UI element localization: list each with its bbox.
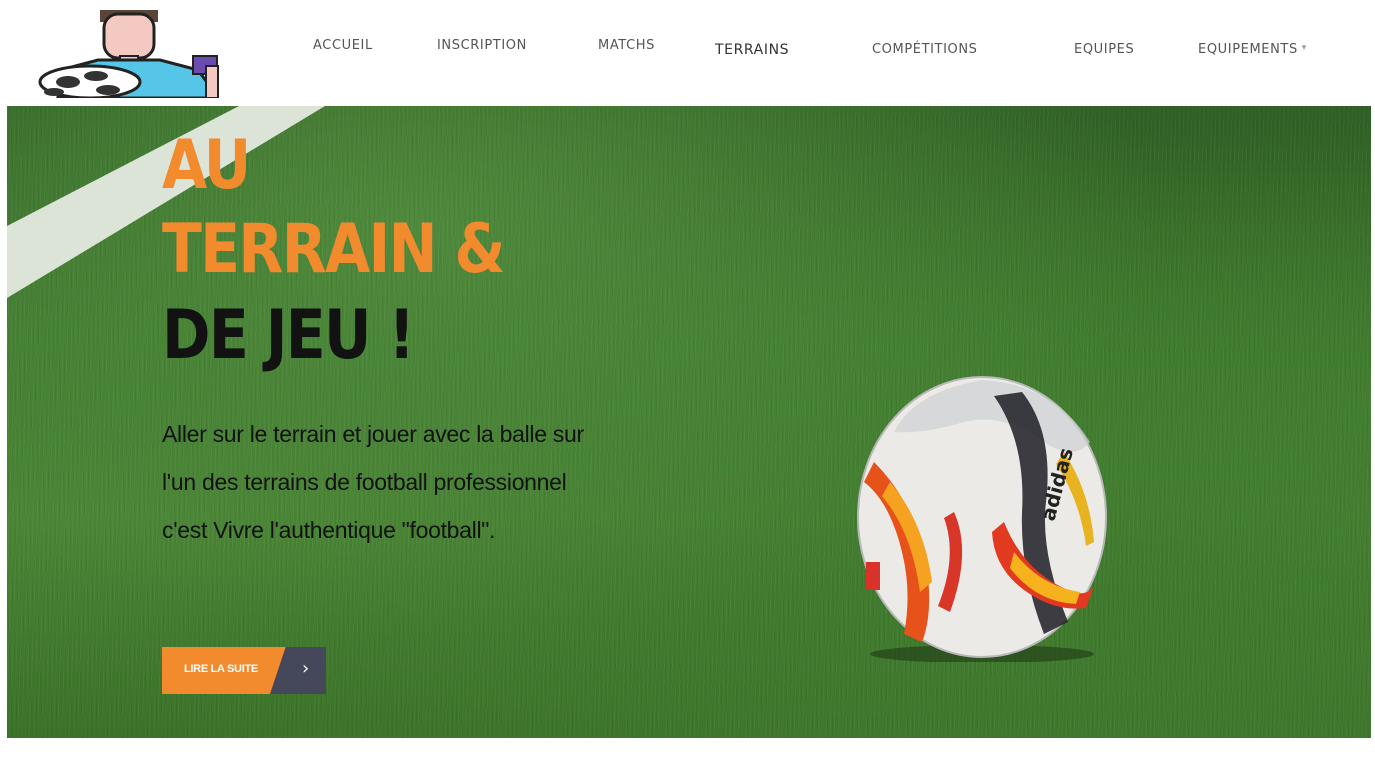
chevron-right-icon: › (302, 658, 310, 679)
nav-accueil[interactable]: ACCUEIL (313, 38, 373, 53)
read-more-label: LIRE LA SUITE (184, 663, 258, 675)
nav-equipements-label: EQUIPEMENTS (1198, 42, 1298, 57)
nav-inscription[interactable]: INSCRIPTION (437, 38, 527, 53)
site-header: ACCUEIL INSCRIPTION MATCHS TERRAINS COMP… (0, 0, 1375, 106)
nav-terrains[interactable]: TERRAINS (715, 42, 789, 58)
hero-description: Aller sur le terrain et jouer avec la ba… (162, 421, 584, 543)
dropdown-caret-icon: ▾ (1301, 43, 1307, 53)
main-nav: ACCUEIL INSCRIPTION MATCHS TERRAINS COMP… (0, 0, 1375, 106)
nav-equipes[interactable]: EQUIPES (1074, 42, 1134, 57)
read-more-button[interactable]: LIRE LA SUITE › (162, 647, 326, 694)
nav-matchs[interactable]: MATCHS (598, 38, 655, 53)
hero-title-line3: DE JEU ! (162, 296, 415, 375)
hero-title-line2: TERRAIN & (162, 210, 505, 289)
nav-equipements[interactable]: EQUIPEMENTS ▾ (1198, 42, 1307, 57)
hero-title-line1: AU (162, 126, 251, 205)
nav-competitions[interactable]: COMPÉTITIONS (872, 42, 978, 57)
soccer-ball-icon: adidas (857, 376, 1107, 662)
hero-banner: AU TERRAIN & DE JEU ! Aller sur le terra… (7, 106, 1371, 738)
